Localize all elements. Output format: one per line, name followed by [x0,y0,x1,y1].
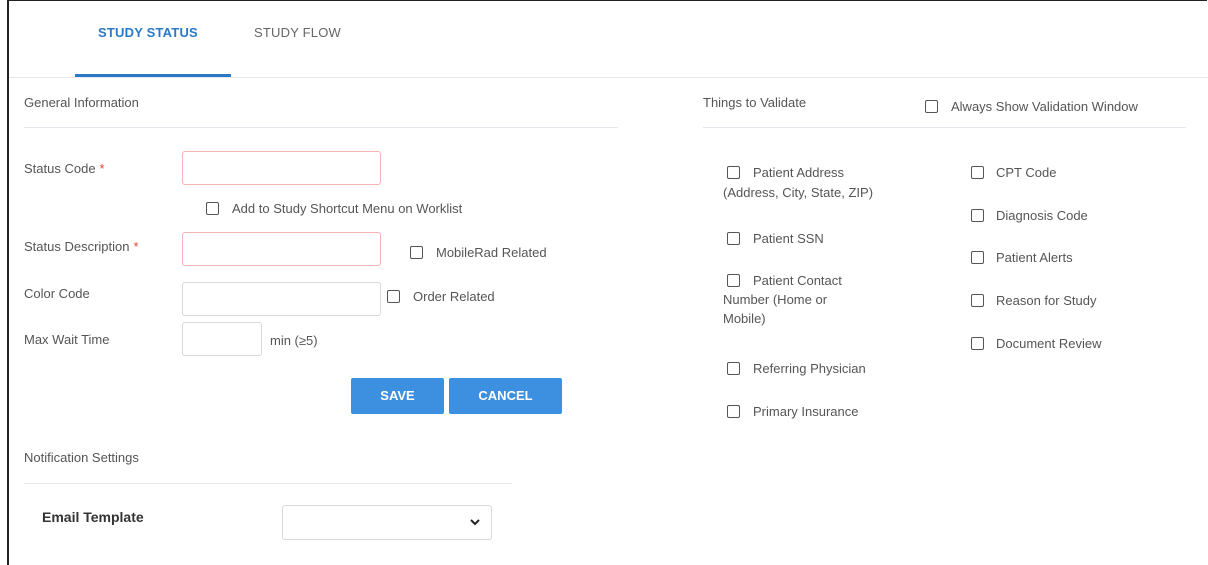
cpt-code-label: CPT Code [996,165,1057,180]
email-template-label: Email Template [42,509,144,525]
document-review-checkbox[interactable] [971,337,984,350]
cpt-code-checkbox[interactable] [971,166,984,179]
primary-insurance-checkbox[interactable] [727,405,740,418]
status-code-label-text: Status Code [24,161,96,176]
referring-physician-label: Referring Physician [753,361,866,376]
always-show-validation-checkbox[interactable] [925,100,938,113]
general-divider [24,127,618,128]
primary-insurance-label: Primary Insurance [753,404,859,419]
mobilerad-label: MobileRad Related [436,245,547,260]
color-code-input[interactable] [182,282,381,316]
status-code-input[interactable] [182,151,381,185]
chevron-down-icon [470,519,480,526]
order-related-label: Order Related [413,289,495,304]
reason-for-study-checkbox[interactable] [971,294,984,307]
patient-contact-sublabel-1: Number (Home or [723,292,828,307]
required-marker: * [133,239,139,254]
always-show-validation-label: Always Show Validation Window [951,99,1138,114]
reason-for-study-label: Reason for Study [996,293,1097,308]
max-wait-time-input[interactable] [182,322,262,356]
max-wait-unit: min (≥5) [270,333,318,348]
document-review-label: Document Review [996,336,1102,351]
patient-contact-label: Patient Contact [753,273,842,288]
patient-alerts-label: Patient Alerts [996,250,1073,265]
diagnosis-code-checkbox[interactable] [971,209,984,222]
status-description-label: Status Description * [24,239,139,254]
required-marker: * [99,161,105,176]
patient-ssn-checkbox[interactable] [727,232,740,245]
patient-contact-sublabel-2: Mobile) [723,311,766,326]
shortcut-menu-label: Add to Study Shortcut Menu on Worklist [232,201,463,216]
general-information-title: General Information [24,95,139,110]
email-template-select[interactable] [282,505,492,540]
patient-contact-checkbox[interactable] [727,274,740,287]
patient-address-checkbox[interactable] [727,166,740,179]
patient-ssn-label: Patient SSN [753,231,824,246]
things-to-validate-title: Things to Validate [703,95,807,110]
referring-physician-checkbox[interactable] [727,362,740,375]
tab-study-flow[interactable]: STUDY FLOW [254,25,341,40]
order-related-checkbox[interactable] [387,290,400,303]
notification-settings-title: Notification Settings [24,450,139,465]
tab-study-status[interactable]: STUDY STATUS [98,25,198,40]
notification-divider [24,483,512,484]
max-wait-time-label: Max Wait Time [24,332,110,347]
status-description-label-text: Status Description [24,239,130,254]
color-code-label: Color Code [24,286,90,301]
patient-address-sublabel: (Address, City, State, ZIP) [723,185,874,200]
patient-alerts-checkbox[interactable] [971,251,984,264]
mobilerad-checkbox[interactable] [410,246,423,259]
save-button[interactable]: SAVE [351,378,444,414]
status-code-label: Status Code * [24,161,105,176]
cancel-button[interactable]: CANCEL [449,378,562,414]
validate-divider [703,127,1186,128]
status-description-input[interactable] [182,232,381,266]
shortcut-menu-checkbox[interactable] [206,202,219,215]
tabs-divider [9,77,1208,78]
diagnosis-code-label: Diagnosis Code [996,208,1088,223]
patient-address-label: Patient Address [753,165,845,180]
